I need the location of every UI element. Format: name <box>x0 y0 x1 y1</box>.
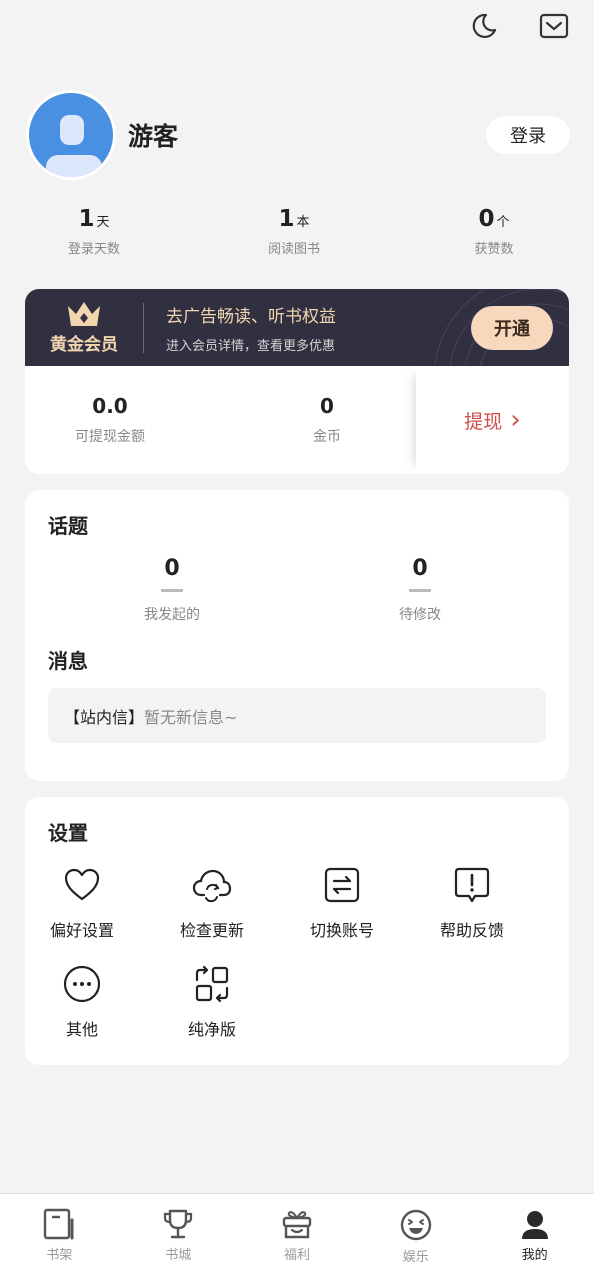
stat-label: 阅读图书 <box>267 242 320 257</box>
tab-label: 书城 <box>165 1248 192 1263</box>
topic-pending-label: 待修改 <box>399 607 441 623</box>
vip-badge: 黄金会员 <box>25 289 143 366</box>
topics-title: 话题 <box>48 514 88 538</box>
settings-item-label: 帮助反馈 <box>439 921 504 940</box>
vip-wallet-card: 黄金会员 去广告畅读、听书权益 进入会员详情，查看更多优惠 开通 0.0 可提现… <box>25 289 569 474</box>
withdrawable-balance[interactable]: 0.0 可提现金额 <box>55 394 165 446</box>
settings-title: 设置 <box>48 821 88 845</box>
coins-label: 金币 <box>313 429 341 445</box>
tab-welfare[interactable]: 福利 <box>238 1194 357 1280</box>
tab-bookshelf[interactable]: 书架 <box>0 1194 119 1280</box>
feedback-icon <box>452 865 492 905</box>
withdraw-button[interactable]: 提现 › <box>416 366 569 474</box>
stat-value: 0 <box>478 206 495 232</box>
bookshelf-icon <box>44 1208 74 1240</box>
tab-entertainment[interactable]: 娱乐 <box>356 1194 475 1280</box>
mail-icon[interactable] <box>538 10 570 42</box>
stat-login-days[interactable]: 1天 登录天数 <box>0 206 194 257</box>
underline <box>409 589 431 592</box>
topic-pending-value: 0 <box>412 556 428 581</box>
profile-header: 游客 登录 <box>26 90 570 180</box>
settings-item-label: 纯净版 <box>187 1020 236 1039</box>
topic-started-value: 0 <box>164 556 180 581</box>
gift-icon <box>282 1211 312 1239</box>
vip-banner[interactable]: 黄金会员 去广告畅读、听书权益 进入会员详情，查看更多优惠 开通 <box>25 289 569 366</box>
topic-started[interactable]: 0 我发起的 <box>112 556 232 624</box>
top-bar <box>468 10 570 42</box>
switch-account-icon <box>322 865 362 905</box>
login-button[interactable]: 登录 <box>486 116 570 154</box>
settings-item-label: 切换账号 <box>309 921 374 940</box>
stat-books-read[interactable]: 1本 阅读图书 <box>194 206 394 257</box>
chevron-right-icon: › <box>510 405 521 435</box>
topic-started-label: 我发起的 <box>144 607 200 623</box>
cloud-sync-icon <box>192 865 232 905</box>
help-feedback-button[interactable]: 帮助反馈 <box>417 865 527 941</box>
inbox-message[interactable]: 【站内信】 暂无新信息~ <box>48 688 546 743</box>
moon-icon[interactable] <box>468 10 500 42</box>
tab-label: 福利 <box>283 1248 310 1263</box>
stat-unit: 天 <box>96 215 110 230</box>
wallet-row: 0.0 可提现金额 0 金币 提现 › <box>25 366 569 474</box>
tab-mine[interactable]: 我的 <box>475 1194 594 1280</box>
smile-icon <box>400 1209 431 1241</box>
stat-unit: 本 <box>296 215 310 230</box>
settings-item-label: 偏好设置 <box>49 921 114 940</box>
coins[interactable]: 0 金币 <box>287 394 367 446</box>
tab-label: 我的 <box>521 1248 548 1263</box>
avatar[interactable] <box>26 90 116 180</box>
other-button[interactable]: 其他 <box>27 964 137 1040</box>
balance-label: 可提现金额 <box>75 429 145 445</box>
balance-value: 0.0 <box>92 394 128 418</box>
stat-unit: 个 <box>496 215 510 230</box>
pure-mode-button[interactable]: 纯净版 <box>157 964 267 1040</box>
stat-value: 1 <box>78 206 95 232</box>
tab-label: 娱乐 <box>402 1250 429 1265</box>
check-update-button[interactable]: 检查更新 <box>157 865 267 941</box>
topic-pending[interactable]: 0 待修改 <box>360 556 480 624</box>
user-icon <box>521 1211 548 1239</box>
pure-mode-icon <box>192 964 232 1004</box>
user-stats: 1天 登录天数 1本 阅读图书 0个 获赞数 <box>0 206 594 257</box>
vip-divider <box>143 302 144 353</box>
crown-icon <box>68 302 100 326</box>
tab-label: 书架 <box>46 1248 73 1263</box>
stat-label: 登录天数 <box>67 242 120 257</box>
inbox-tag: 【站内信】 <box>64 707 145 727</box>
vip-title: 黄金会员 <box>50 335 118 355</box>
settings-item-label: 检查更新 <box>179 921 244 940</box>
underline <box>161 589 183 592</box>
open-vip-button[interactable]: 开通 <box>471 306 553 350</box>
stat-label: 获赞数 <box>474 242 514 257</box>
settings-item-label: 其他 <box>65 1020 98 1039</box>
tab-bookstore[interactable]: 书城 <box>119 1194 238 1280</box>
preferences-button[interactable]: 偏好设置 <box>27 865 137 941</box>
stat-value: 1 <box>278 206 295 232</box>
topics-messages-card: 话题 0 我发起的 0 待修改 消息 【站内信】 暂无新信息~ <box>25 490 569 781</box>
inbox-text: 暂无新信息~ <box>144 707 238 727</box>
username: 游客 <box>128 122 179 151</box>
withdraw-label: 提现 <box>464 410 503 433</box>
messages-title: 消息 <box>48 649 88 673</box>
stat-likes[interactable]: 0个 获赞数 <box>394 206 594 257</box>
switch-account-button[interactable]: 切换账号 <box>287 865 397 941</box>
settings-card: 设置 偏好设置 检查更新 切换账号 帮助反馈 其他 纯净版 <box>25 797 569 1065</box>
heart-icon <box>62 865 102 905</box>
trophy-icon <box>164 1209 193 1239</box>
bottom-tab-bar: 书架 书城 福利 娱乐 我的 <box>0 1193 594 1280</box>
coins-value: 0 <box>320 394 334 418</box>
more-icon <box>62 964 102 1004</box>
